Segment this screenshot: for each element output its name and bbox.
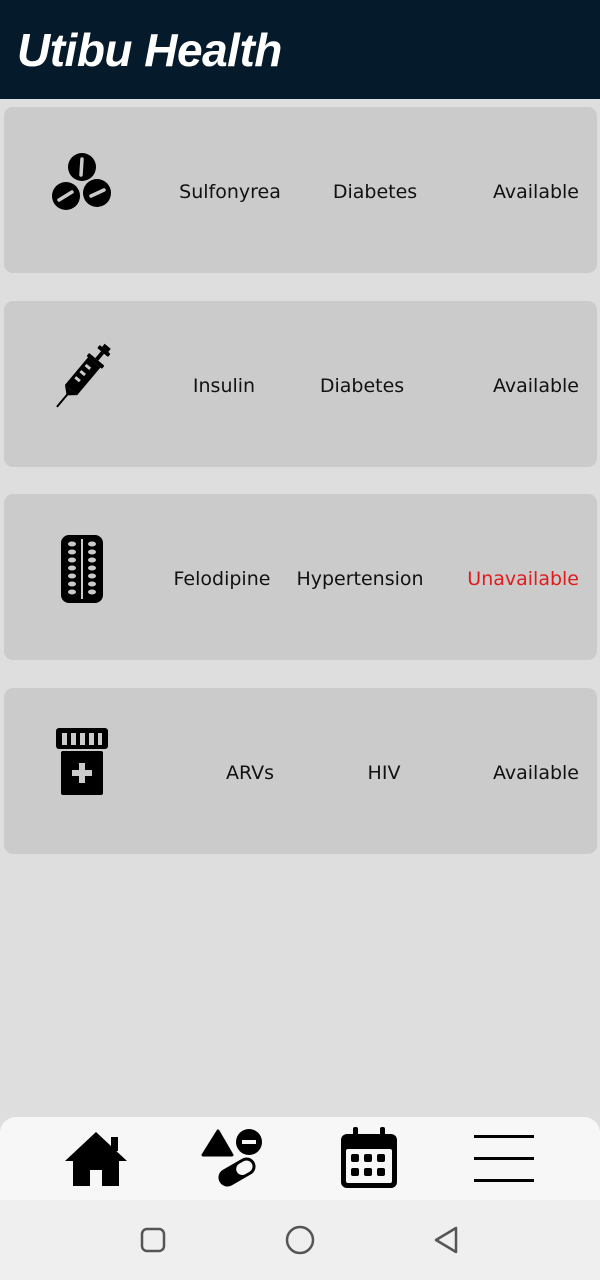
medication-status: Available: [492, 181, 579, 203]
calendar-icon: [333, 1125, 403, 1191]
back-button[interactable]: [427, 1220, 467, 1260]
recents-button[interactable]: [133, 1220, 173, 1260]
app-title: Utibu Health: [17, 24, 282, 76]
recents-icon: [133, 1220, 173, 1260]
medication-name: Felodipine: [173, 568, 271, 590]
medication-status: Available: [492, 375, 579, 397]
medication-name: Insulin: [192, 375, 256, 397]
syringe-icon: [44, 339, 120, 415]
nav-medications-button[interactable]: [199, 1125, 269, 1191]
medication-status: Unavailable: [467, 568, 579, 590]
menu-icon: [469, 1125, 539, 1191]
app-header: Utibu Health: [0, 0, 600, 99]
nav-menu-button[interactable]: [469, 1125, 539, 1191]
system-home-button[interactable]: [280, 1220, 320, 1260]
medication-condition: HIV: [367, 762, 401, 784]
pills-icon: [44, 145, 120, 221]
medication-condition: Diabetes: [332, 181, 418, 203]
nav-home-button[interactable]: [61, 1125, 131, 1191]
pill-bottle-icon: [44, 726, 120, 802]
medication-card-arvs[interactable]: ARVs HIV Available: [4, 688, 597, 854]
system-navigation-bar: [0, 1200, 600, 1280]
medication-card-insulin[interactable]: Insulin Diabetes Available: [4, 301, 597, 467]
medication-card-sulfonyrea[interactable]: Sulfonyrea Diabetes Available: [4, 107, 597, 273]
medication-name: ARVs: [225, 762, 275, 784]
medication-status: Available: [492, 762, 579, 784]
medication-name: Sulfonyrea: [179, 181, 281, 203]
home-circle-icon: [280, 1220, 320, 1260]
bottom-nav: [0, 1117, 600, 1200]
medication-condition: Hypertension: [296, 568, 424, 590]
home-icon: [61, 1125, 131, 1191]
medications-icon: [199, 1125, 269, 1191]
blister-pack-icon: [44, 532, 120, 608]
medication-card-felodipine[interactable]: Felodipine Hypertension Unavailable: [4, 494, 597, 660]
nav-calendar-button[interactable]: [333, 1125, 403, 1191]
medication-condition: Diabetes: [319, 375, 405, 397]
back-icon: [427, 1220, 467, 1260]
